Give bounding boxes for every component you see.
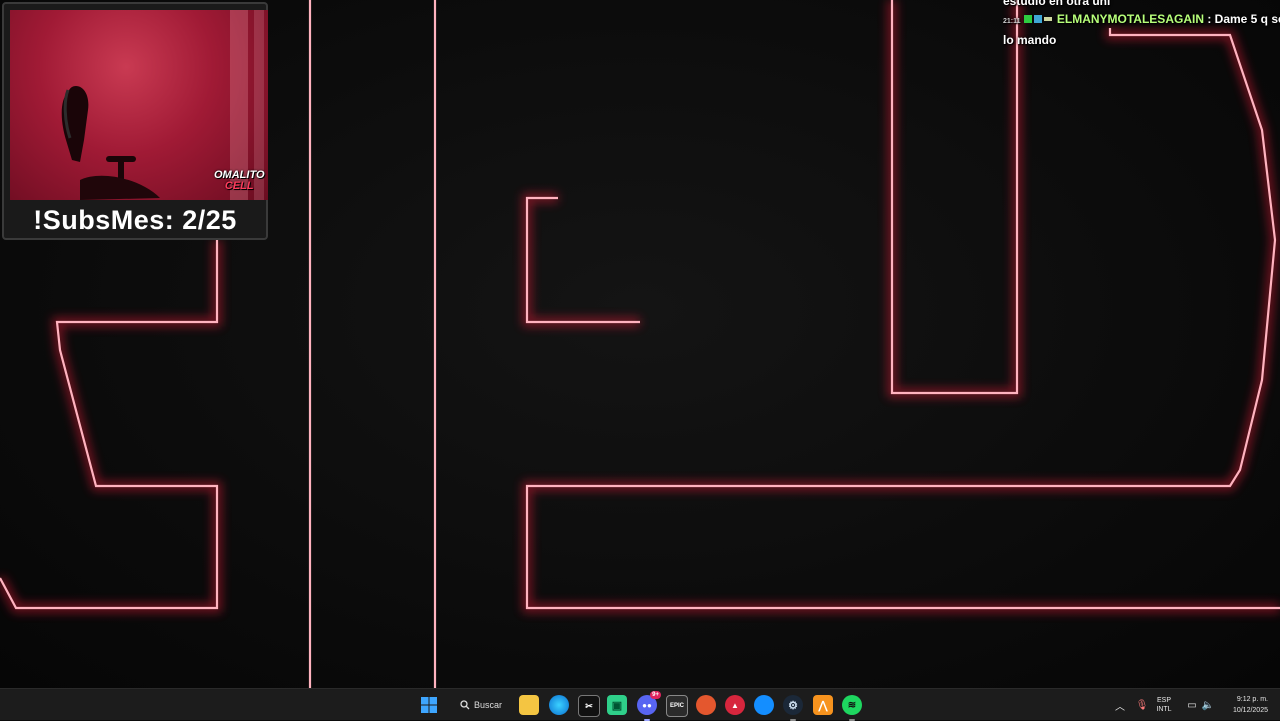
chat-timestamp: 21:11 <box>1003 18 1021 25</box>
spotify-icon[interactable]: ≋ <box>842 695 862 721</box>
chat-text: : Dame 5 q se <box>1207 12 1280 26</box>
search-icon <box>460 700 470 710</box>
microphone-icon[interactable]: 🎙 <box>1135 689 1149 721</box>
stream-chat-overlay: estudio en otra uni 21:11 ELMANYMOTALESA… <box>1003 0 1280 49</box>
fl-studio-icon[interactable]: ⋀ <box>813 695 833 715</box>
capcut-icon[interactable]: ✂ <box>578 695 600 717</box>
chat-message: 21:11 ELMANYMOTALESAGAIN : Dame 5 q se <box>1003 10 1280 31</box>
epic-games-icon[interactable]: EPIC <box>666 695 688 717</box>
prime-badge-icon <box>1033 15 1042 23</box>
chevron-up-icon[interactable]: ︿ <box>1113 689 1127 721</box>
language-code: ESP <box>1156 697 1171 704</box>
chat-message-partial: estudio en otra uni <box>1003 0 1111 8</box>
ea-app-icon[interactable]: ▲ <box>725 695 745 715</box>
start-icon[interactable] <box>419 695 439 715</box>
clock-time: 9:12 p. m. <box>1236 696 1268 703</box>
webcam-feed: OMALITO CELL <box>10 10 268 200</box>
clock-date: 10/12/2025 <box>1232 707 1268 714</box>
taskbar-search[interactable]: Buscar <box>452 693 512 717</box>
chat-username: ELMANYMOTALESAGAIN <box>1056 12 1204 26</box>
language-indicator[interactable]: ESP INTL <box>1152 689 1176 721</box>
file-explorer-icon[interactable] <box>519 695 539 715</box>
edge-icon[interactable] <box>549 695 569 715</box>
volume-icon[interactable]: 🔈 <box>1201 689 1215 721</box>
clock[interactable]: 9:12 p. m. 10/12/2025 <box>1216 689 1278 721</box>
moderator-badge-icon <box>1023 15 1032 23</box>
subs-goal-label: !SubsMes: 2/25 <box>33 205 237 235</box>
android-app-icon[interactable]: ▣ <box>607 695 627 715</box>
channel-logo: OMALITO CELL <box>214 169 265 192</box>
chat-text-continued: lo mando <box>1003 33 1057 47</box>
discord-icon[interactable]: ●● 9+ <box>637 691 661 721</box>
webcam-overlay: OMALITO CELL !SubsMes: 2/25 <box>2 2 268 240</box>
taskbar: Buscar ✂ ▣ ●● 9+ EPIC ▲ ⚙ ⋀ ≋ ︿ 🎙 ESP IN… <box>0 688 1280 721</box>
notification-badge: 9+ <box>650 691 661 699</box>
keyboard-layout: INTL <box>1156 706 1172 713</box>
sub-badge-icon <box>1043 17 1052 21</box>
battle-net-icon[interactable] <box>754 695 774 715</box>
search-label: Buscar <box>474 700 503 710</box>
network-icon[interactable]: ▭ <box>1185 689 1199 721</box>
origin-icon[interactable] <box>696 695 716 715</box>
steam-icon[interactable]: ⚙ <box>783 695 803 721</box>
